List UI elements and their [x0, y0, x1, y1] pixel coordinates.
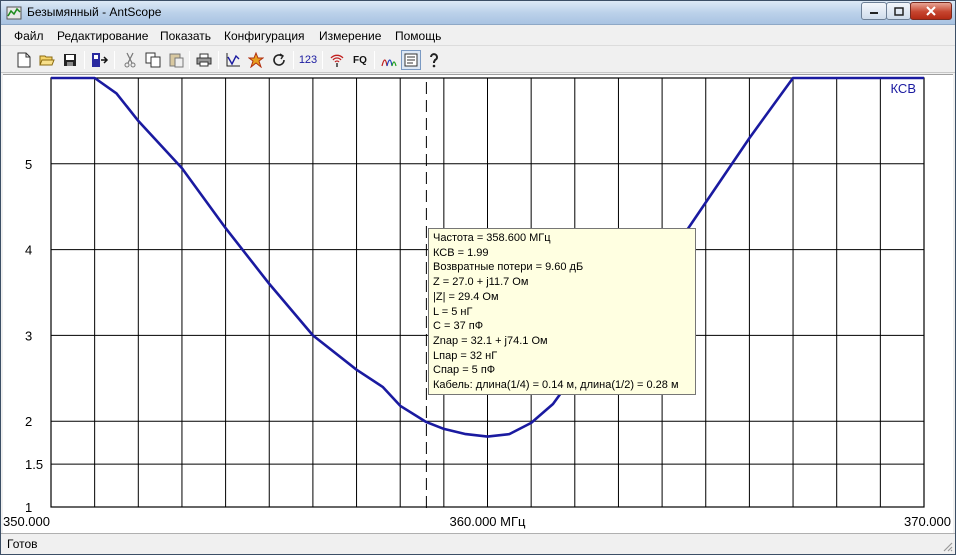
signal-icon [330, 54, 344, 67]
y-tick-label: 5 [25, 157, 32, 172]
menu-file[interactable]: Файл [14, 29, 44, 43]
tooltip-line-parallel-capacitance: Cпар = 5 пФ [433, 364, 496, 377]
y-tick-label: 1 [25, 500, 32, 515]
y-tick-label: 1.5 [25, 457, 43, 472]
help-button[interactable] [424, 50, 444, 70]
save-button[interactable] [60, 50, 80, 70]
toolbar-separator [374, 51, 375, 69]
tooltip-line-capacitance: C = 37 пФ [433, 320, 484, 333]
save-icon [64, 54, 76, 66]
menu-bar: Файл Редактирование Показать Конфигураци… [1, 26, 955, 46]
tooltip-line-return-loss: Возвратные потери = 9.60 дБ [433, 261, 584, 274]
measurement-tooltip: Частота = 358.600 МГц КСВ = 1.99 Возврат… [428, 228, 696, 395]
legend-swr-label: КСВ [891, 81, 917, 96]
tooltip-line-swr: КСВ = 1.99 [433, 246, 489, 259]
tooltip-line-impedance: Z = 27.0 + j11.7 Ом [433, 276, 529, 289]
toolbar-separator [114, 51, 115, 69]
title-bar[interactable]: Безымянный - AntScope [1, 1, 955, 25]
menu-edit[interactable]: Редактирование [57, 29, 148, 43]
resize-grip-icon[interactable] [941, 540, 953, 552]
y-tick-label: 4 [25, 243, 32, 258]
toolbar: 123 FQ [1, 47, 955, 73]
print-icon [196, 53, 212, 67]
tooltip-line-impedance-magnitude: |Z| = 29.4 Ом [433, 290, 499, 303]
menu-measure[interactable]: Измерение [319, 29, 381, 43]
x-tick-label: 360.000 МГц [450, 514, 526, 529]
export-button[interactable] [90, 50, 110, 70]
markers-icon [381, 59, 397, 67]
menu-configuration[interactable]: Конфигурация [224, 29, 305, 43]
calibrate-icon [248, 52, 264, 68]
x-tick-label: 350.000 [3, 514, 50, 529]
y-tick-label: 3 [25, 328, 32, 343]
maximize-icon [893, 6, 904, 16]
menu-view[interactable]: Показать [160, 29, 211, 43]
calibrate-button[interactable] [246, 50, 266, 70]
tooltip-line-frequency: Частота = 358.600 МГц [433, 232, 551, 244]
toolbar-separator [218, 51, 219, 69]
copy-button[interactable] [143, 50, 163, 70]
refresh-icon [273, 53, 285, 66]
minimize-icon [870, 12, 878, 14]
tooltip-line-cable: Кабель: длина(1/4) = 0.14 м, длина(1/2) … [433, 379, 679, 392]
y-tick-label: 2 [25, 414, 32, 429]
new-file-icon [17, 52, 31, 68]
status-bar: Готов [1, 533, 955, 554]
maximize-button[interactable] [886, 2, 911, 20]
numeric-icon: 123 [298, 54, 318, 66]
toolbar-separator [84, 51, 85, 69]
minimize-button[interactable] [861, 2, 887, 20]
app-window: Безымянный - AntScope Файл Редактировани… [0, 0, 956, 555]
paste-button[interactable] [166, 50, 186, 70]
menu-help[interactable]: Помощь [395, 29, 441, 43]
numeric-button[interactable]: 123 [298, 50, 318, 70]
tooltip-line-parallel-inductance: Lпар = 32 нГ [433, 349, 498, 362]
app-icon [6, 6, 22, 20]
cut-icon [124, 52, 136, 68]
toolbar-separator [189, 51, 190, 69]
close-icon [926, 6, 936, 16]
chart-button[interactable] [223, 50, 243, 70]
fq-button[interactable]: FQ [350, 50, 370, 70]
open-folder-icon [39, 55, 55, 66]
close-button[interactable] [910, 2, 952, 20]
legend-button[interactable] [401, 50, 421, 70]
toolbar-separator [293, 51, 294, 69]
x-tick-label: 370.000 [904, 514, 951, 529]
chart-icon [226, 53, 240, 67]
status-text: Готов [7, 537, 38, 551]
new-file-button[interactable] [14, 50, 34, 70]
open-button[interactable] [37, 50, 57, 70]
fq-icon: FQ [353, 54, 367, 66]
export-icon [92, 53, 109, 67]
paste-icon [169, 53, 184, 68]
refresh-button[interactable] [269, 50, 289, 70]
cut-button[interactable] [120, 50, 140, 70]
copy-icon [145, 52, 161, 68]
tooltip-line-parallel-impedance: Znар = 32.1 + j74.1 Ом [433, 334, 548, 347]
markers-button[interactable] [379, 50, 399, 70]
print-button[interactable] [194, 50, 214, 70]
window-title: Безымянный - AntScope [27, 5, 162, 19]
toolbar-separator [322, 51, 323, 69]
tooltip-line-inductance: L = 5 нГ [433, 305, 473, 318]
legend-icon [404, 53, 418, 67]
signal-button[interactable] [327, 50, 347, 70]
help-icon [430, 53, 438, 68]
